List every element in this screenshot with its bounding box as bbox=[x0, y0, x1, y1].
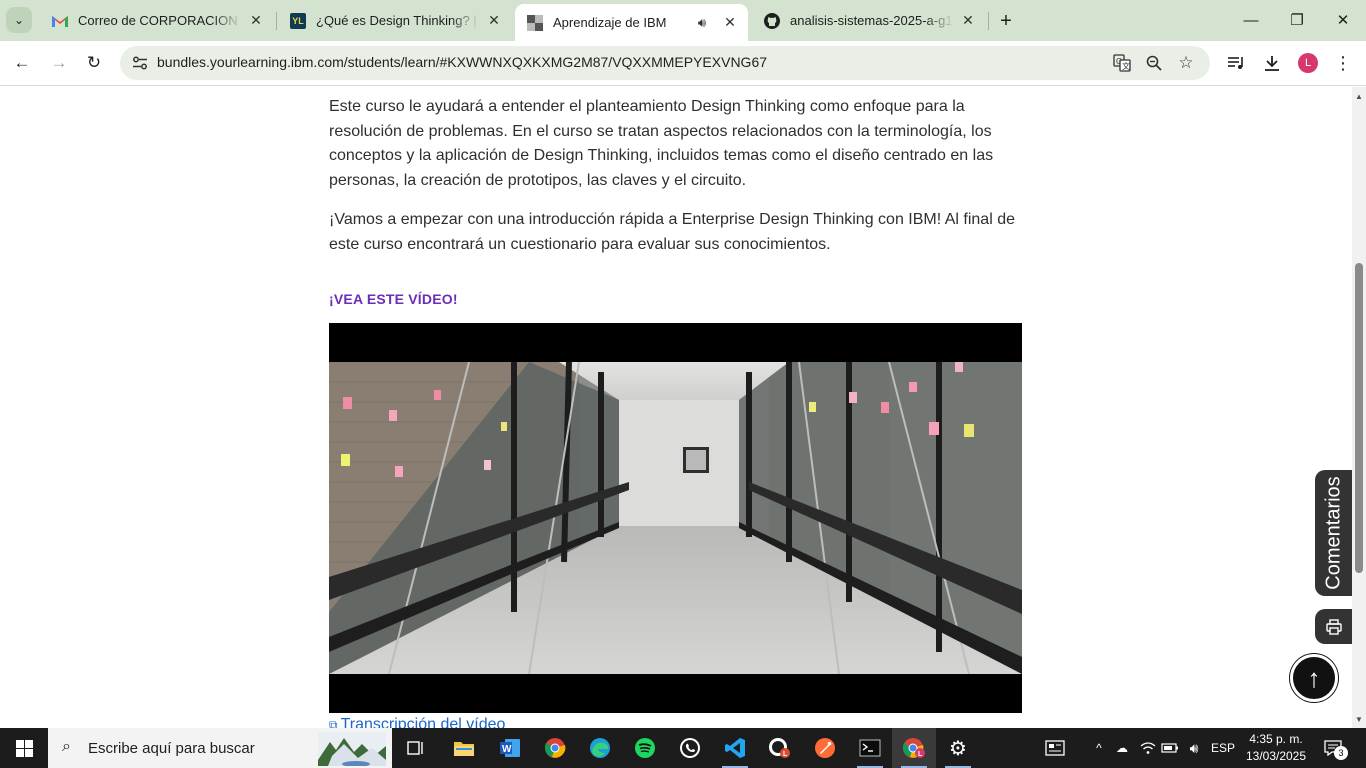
chrome-icon[interactable] bbox=[533, 728, 577, 768]
back-arrow-icon[interactable]: ← bbox=[8, 49, 36, 77]
whatsapp-icon[interactable] bbox=[668, 728, 712, 768]
yourlearning-icon: YL bbox=[290, 12, 306, 29]
window-close-icon[interactable]: ✕ bbox=[1320, 0, 1366, 40]
windows-taskbar: ⌕ Escribe aquí para buscar W L L ⚙ ^ ☁ 🔊… bbox=[0, 728, 1366, 768]
media-controls-icon[interactable] bbox=[1224, 51, 1248, 75]
minimize-icon[interactable]: — bbox=[1228, 0, 1274, 40]
address-bar[interactable]: bundles.yourlearning.ibm.com/students/le… bbox=[120, 46, 1210, 80]
scrollbar-thumb[interactable] bbox=[1355, 263, 1363, 573]
file-explorer-icon[interactable] bbox=[442, 728, 486, 768]
windows-start-icon[interactable] bbox=[0, 728, 48, 768]
gmail-icon bbox=[52, 13, 68, 29]
transcript-link-text[interactable]: Transcripción del vídeo bbox=[341, 716, 506, 728]
video-frame-hallway[interactable] bbox=[329, 362, 1022, 674]
forward-arrow-icon[interactable]: → bbox=[45, 49, 73, 77]
github-icon bbox=[764, 12, 780, 29]
notification-count: 3 bbox=[1334, 746, 1348, 760]
postman-icon[interactable] bbox=[803, 728, 847, 768]
word-icon[interactable]: W bbox=[488, 728, 532, 768]
tab-title: Correo de CORPORACION UNIVERSITARIA bbox=[78, 13, 242, 28]
tab-close-icon[interactable]: ✕ bbox=[248, 12, 264, 29]
tab-close-icon[interactable]: ✕ bbox=[960, 12, 976, 29]
translate-icon[interactable]: G文 bbox=[1111, 52, 1133, 74]
clock-date: 13/03/2025 bbox=[1245, 749, 1307, 763]
page-scrollbar[interactable]: ▲ ▼ bbox=[1352, 87, 1366, 728]
vscode-icon[interactable] bbox=[713, 728, 757, 768]
tab-search-chevron-icon[interactable]: ⌄ bbox=[6, 7, 32, 33]
notification-center-icon[interactable]: 3 bbox=[1320, 737, 1348, 760]
scroll-down-icon[interactable]: ▼ bbox=[1352, 712, 1366, 726]
chrome-profile-icon[interactable]: L bbox=[892, 728, 936, 768]
print-icon[interactable] bbox=[1315, 609, 1352, 644]
intro-paragraph: Este curso le ayudará a entender el plan… bbox=[329, 98, 994, 189]
profile-avatar[interactable]: L bbox=[1298, 53, 1318, 73]
start-paragraph: ¡Vamos a empezar con una introducción rá… bbox=[329, 211, 1015, 253]
clock-time: 4:35 p. m. bbox=[1249, 732, 1303, 746]
github-desktop-icon[interactable]: L bbox=[758, 728, 802, 768]
url-text[interactable]: bundles.yourlearning.ibm.com/students/le… bbox=[157, 54, 767, 70]
tab-strip: ⌄ Correo de CORPORACION UNIVERSITARIA ✕ … bbox=[0, 0, 1366, 41]
search-highlight-image bbox=[318, 732, 386, 766]
browser-menu-icon[interactable]: ⋮ bbox=[1331, 51, 1355, 75]
scroll-up-icon[interactable]: ▲ bbox=[1352, 89, 1366, 103]
feedback-tab-label: Comentarios bbox=[1322, 476, 1344, 590]
site-settings-icon[interactable] bbox=[128, 51, 152, 75]
svg-text:L: L bbox=[783, 751, 788, 758]
external-link-icon: ⧉ bbox=[329, 718, 338, 728]
tab-title: ¿Qué es Design Thinking? | SkillsBuild bbox=[316, 13, 480, 28]
volume-icon[interactable]: 🔊︎ bbox=[1183, 728, 1205, 768]
video-player[interactable] bbox=[329, 323, 1022, 713]
feedback-tab[interactable]: Comentarios bbox=[1315, 470, 1352, 596]
tab-gmail[interactable]: Correo de CORPORACION UNIVERSITARIA ✕ bbox=[40, 4, 274, 37]
tray-chevron-up-icon[interactable]: ^ bbox=[1090, 728, 1108, 768]
wifi-icon[interactable] bbox=[1138, 728, 1158, 768]
tab-close-icon[interactable]: ✕ bbox=[722, 14, 738, 31]
input-language[interactable]: ESP bbox=[1208, 728, 1238, 768]
tab-title: Aprendizaje de IBM bbox=[553, 15, 667, 30]
speaker-icon[interactable]: 🔊︎ bbox=[694, 15, 710, 31]
transcript-link[interactable]: ⧉ Transcripción del vídeo bbox=[329, 716, 505, 728]
tab-close-icon[interactable]: ✕ bbox=[486, 12, 502, 29]
onedrive-icon[interactable]: ☁ bbox=[1112, 728, 1132, 768]
ibm-icon bbox=[527, 14, 543, 31]
download-icon[interactable] bbox=[1260, 51, 1284, 75]
page-content: Este curso le ayudará a entender el plan… bbox=[0, 87, 1352, 728]
tab-skillsbuild[interactable]: YL ¿Qué es Design Thinking? | SkillsBuil… bbox=[278, 4, 512, 37]
taskbar-search-placeholder: Escribe aquí para buscar bbox=[88, 740, 255, 757]
settings-gear-icon[interactable]: ⚙ bbox=[936, 728, 980, 768]
search-icon: ⌕ bbox=[62, 738, 71, 755]
course-description: Este curso le ayudará a entender el plan… bbox=[329, 95, 1022, 272]
tab-divider bbox=[276, 12, 277, 30]
new-tab-plus-icon[interactable]: + bbox=[994, 9, 1018, 33]
bookmark-star-icon[interactable]: ☆ bbox=[1175, 52, 1197, 74]
back-to-top-arrow-icon[interactable]: ↑ bbox=[1290, 654, 1338, 702]
tab-github[interactable]: analisis-sistemas-2025-a-g1/README ✕ bbox=[752, 4, 986, 37]
taskbar-search-box[interactable]: ⌕ Escribe aquí para buscar bbox=[48, 728, 392, 768]
tab-title: analisis-sistemas-2025-a-g1/README bbox=[790, 13, 954, 28]
restore-icon[interactable]: ❐ bbox=[1274, 0, 1320, 40]
browser-toolbar: ← → ↻ bundles.yourlearning.ibm.com/stude… bbox=[0, 41, 1366, 86]
watch-video-heading: ¡VEA ESTE VÍDEO! bbox=[329, 291, 458, 307]
news-widget-icon[interactable] bbox=[1042, 728, 1068, 768]
task-view-icon[interactable] bbox=[394, 728, 438, 768]
tab-divider bbox=[988, 12, 989, 30]
spotify-icon[interactable] bbox=[623, 728, 667, 768]
terminal-icon[interactable] bbox=[848, 728, 892, 768]
edge-icon[interactable] bbox=[578, 728, 622, 768]
svg-text:L: L bbox=[918, 751, 923, 758]
system-clock[interactable]: 4:35 p. m. 13/03/2025 bbox=[1240, 731, 1312, 765]
reload-icon[interactable]: ↻ bbox=[80, 49, 108, 77]
svg-text:W: W bbox=[502, 744, 512, 755]
zoom-icon[interactable] bbox=[1143, 52, 1165, 74]
battery-icon[interactable] bbox=[1160, 728, 1180, 768]
svg-text:文: 文 bbox=[1122, 61, 1130, 71]
tab-aprendizaje-ibm[interactable]: Aprendizaje de IBM 🔊︎ ✕ bbox=[515, 4, 748, 41]
